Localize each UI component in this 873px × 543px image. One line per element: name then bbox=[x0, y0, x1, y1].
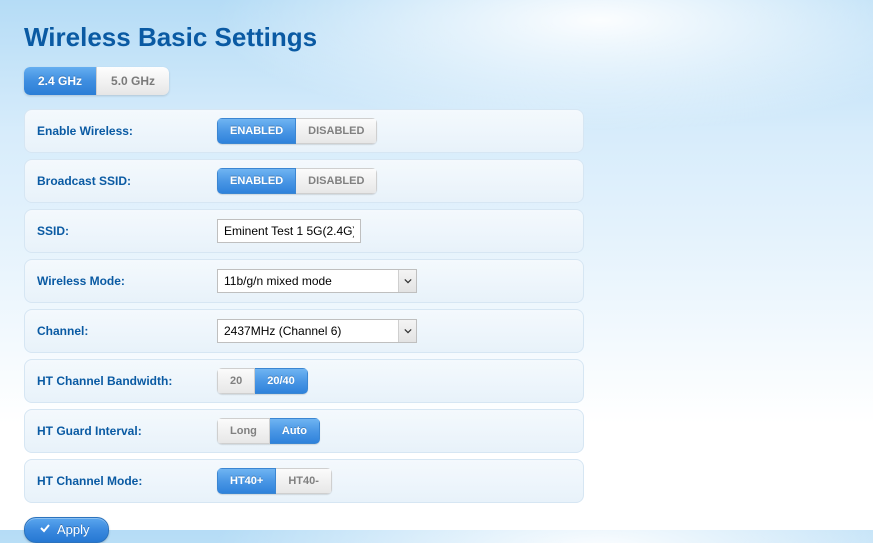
ht-mode-minus-button[interactable]: HT40- bbox=[276, 468, 332, 494]
toggle-enable-wireless: ENABLED DISABLED bbox=[217, 118, 377, 144]
toggle-broadcast-ssid: ENABLED DISABLED bbox=[217, 168, 377, 194]
settings-list: Enable Wireless: ENABLED DISABLED Broadc… bbox=[24, 109, 584, 503]
ht-guard-long-button[interactable]: Long bbox=[217, 418, 270, 444]
label-ht-mode: HT Channel Mode: bbox=[37, 474, 217, 488]
ssid-input[interactable] bbox=[217, 219, 361, 243]
tab-2-4ghz[interactable]: 2.4 GHz bbox=[24, 67, 96, 95]
label-ht-bandwidth: HT Channel Bandwidth: bbox=[37, 374, 217, 388]
channel-value: 2437MHz (Channel 6) bbox=[218, 324, 398, 338]
label-ht-guard: HT Guard Interval: bbox=[37, 424, 217, 438]
tab-5-0ghz[interactable]: 5.0 GHz bbox=[96, 67, 169, 95]
label-enable-wireless: Enable Wireless: bbox=[37, 124, 217, 138]
broadcast-ssid-disabled-button[interactable]: DISABLED bbox=[296, 168, 377, 194]
row-wireless-mode: Wireless Mode: 11b/g/n mixed mode bbox=[24, 259, 584, 303]
broadcast-ssid-enabled-button[interactable]: ENABLED bbox=[217, 168, 296, 194]
ht-guard-auto-button[interactable]: Auto bbox=[270, 418, 320, 444]
channel-select[interactable]: 2437MHz (Channel 6) bbox=[217, 319, 417, 343]
row-broadcast-ssid: Broadcast SSID: ENABLED DISABLED bbox=[24, 159, 584, 203]
enable-wireless-disabled-button[interactable]: DISABLED bbox=[296, 118, 377, 144]
row-ssid: SSID: bbox=[24, 209, 584, 253]
label-ssid: SSID: bbox=[37, 224, 217, 238]
chevron-down-icon bbox=[398, 320, 416, 342]
row-ht-bandwidth: HT Channel Bandwidth: 20 20/40 bbox=[24, 359, 584, 403]
ht-bandwidth-20-button[interactable]: 20 bbox=[217, 368, 255, 394]
label-channel: Channel: bbox=[37, 324, 217, 338]
row-ht-mode: HT Channel Mode: HT40+ HT40- bbox=[24, 459, 584, 503]
row-channel: Channel: 2437MHz (Channel 6) bbox=[24, 309, 584, 353]
toggle-ht-bandwidth: 20 20/40 bbox=[217, 368, 308, 394]
ht-mode-plus-button[interactable]: HT40+ bbox=[217, 468, 276, 494]
row-ht-guard: HT Guard Interval: Long Auto bbox=[24, 409, 584, 453]
wireless-mode-select[interactable]: 11b/g/n mixed mode bbox=[217, 269, 417, 293]
label-wireless-mode: Wireless Mode: bbox=[37, 274, 217, 288]
page-title: Wireless Basic Settings bbox=[0, 0, 873, 67]
ht-bandwidth-2040-button[interactable]: 20/40 bbox=[255, 368, 308, 394]
enable-wireless-enabled-button[interactable]: ENABLED bbox=[217, 118, 296, 144]
label-broadcast-ssid: Broadcast SSID: bbox=[37, 174, 217, 188]
row-enable-wireless: Enable Wireless: ENABLED DISABLED bbox=[24, 109, 584, 153]
toggle-ht-guard: Long Auto bbox=[217, 418, 320, 444]
wireless-mode-value: 11b/g/n mixed mode bbox=[218, 274, 398, 288]
toggle-ht-mode: HT40+ HT40- bbox=[217, 468, 332, 494]
chevron-down-icon bbox=[398, 270, 416, 292]
band-tabbar: 2.4 GHz 5.0 GHz bbox=[24, 67, 169, 95]
apply-button[interactable]: Apply bbox=[24, 517, 109, 543]
